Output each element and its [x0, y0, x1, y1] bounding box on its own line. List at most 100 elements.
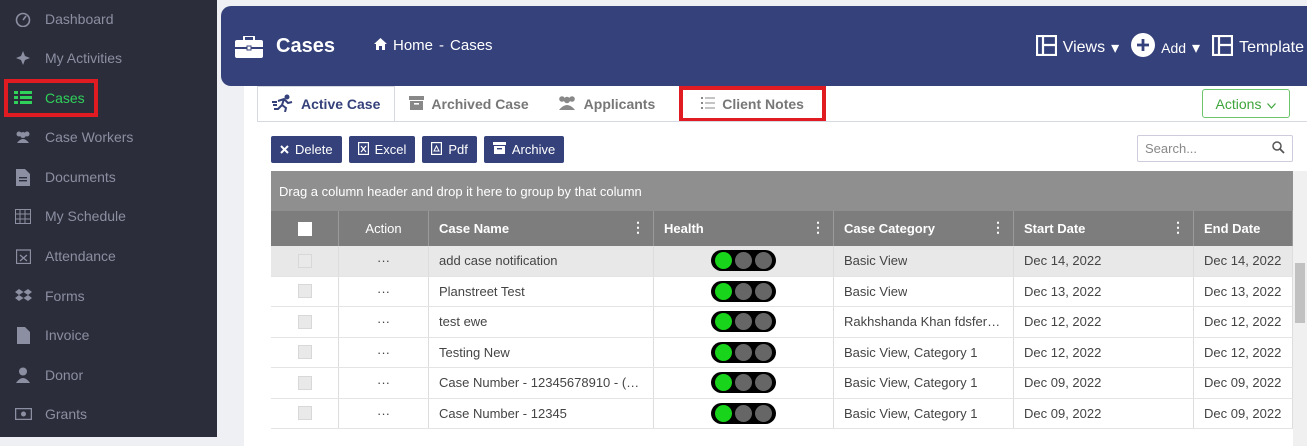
tab-label: Client Notes — [722, 96, 804, 112]
views-label: Views — [1062, 38, 1106, 56]
row-checkbox[interactable] — [298, 345, 312, 360]
sidebar-item-cases[interactable]: Cases — [4, 79, 98, 117]
sidebar-item-documents[interactable]: Documents — [4, 158, 213, 196]
sidebar-item-dashboard[interactable]: Dashboard — [4, 0, 213, 38]
sidebar-item-donor[interactable]: Donor — [4, 356, 213, 394]
template-icon — [1211, 34, 1234, 61]
row-action-menu[interactable]: ··· — [339, 368, 429, 398]
views-dropdown[interactable]: Views ▾ — [1035, 34, 1119, 61]
pdf-button[interactable]: Pdf — [422, 136, 477, 163]
ellipsis-icon: ··· — [377, 314, 390, 330]
column-menu-icon[interactable]: ⋮ — [991, 219, 1005, 236]
table-row[interactable]: ··· Case Number - 12345 Basic View, Cate… — [271, 398, 1293, 429]
column-header-label: Case Category — [844, 221, 936, 236]
grid-toolbar: Delete Excel Pdf Archive — [271, 136, 565, 163]
excel-button[interactable]: Excel — [348, 136, 416, 163]
row-action-menu[interactable]: ··· — [339, 398, 429, 428]
breadcrumb-separator: - — [439, 37, 445, 54]
group-drop-area[interactable]: Drag a column header and drop it here to… — [271, 171, 1293, 211]
cases-panel: Active Case Archived Case Applicants Cli… — [244, 86, 1307, 446]
column-header-end-date[interactable]: End Date — [1194, 211, 1293, 246]
case-name-cell[interactable]: test ewe — [429, 307, 654, 337]
sidebar-item-grants[interactable]: Grants — [4, 395, 213, 433]
sidebar-item-label: Forms — [45, 288, 85, 304]
tab-active-case[interactable]: Active Case — [257, 86, 396, 122]
actions-dropdown[interactable]: Actions — [1202, 89, 1290, 118]
sidebar-item-case-workers[interactable]: Case Workers — [4, 118, 213, 156]
scrollbar-thumb[interactable] — [1295, 263, 1305, 323]
table-row[interactable]: ··· Testing New Basic View, Category 1 D… — [271, 337, 1293, 368]
row-checkbox[interactable] — [298, 375, 312, 390]
row-action-menu[interactable]: ··· — [339, 337, 429, 367]
case-name-cell[interactable]: Planstreet Test — [429, 276, 654, 306]
row-checkbox[interactable] — [298, 314, 312, 329]
column-header-start-date[interactable]: Start Date ⋮ — [1014, 211, 1194, 246]
excel-file-icon — [357, 141, 369, 158]
row-action-menu[interactable]: ··· — [339, 276, 429, 306]
end-date: Dec 13, 2022 — [1204, 283, 1282, 299]
actions-label: Actions — [1215, 95, 1262, 112]
archive-label: Archive — [511, 142, 556, 157]
column-menu-icon[interactable]: ⋮ — [811, 219, 825, 236]
end-date: Dec 09, 2022 — [1204, 375, 1282, 391]
row-checkbox-cell — [271, 337, 339, 367]
table-row[interactable]: ··· Case Number - 12345678910 - (… Basic… — [271, 368, 1293, 399]
tab-archived-case[interactable]: Archived Case — [395, 86, 542, 122]
start-date-cell: Dec 12, 2022 — [1014, 307, 1194, 337]
sidebar-item-label: Documents — [45, 169, 116, 185]
sidebar-item-forms[interactable]: Forms — [4, 277, 213, 315]
main-area: Cases Home - Cases Views ▾ Add ▾ Templat… — [217, 0, 1307, 446]
column-header-health[interactable]: Health ⋮ — [654, 211, 834, 246]
pdf-file-icon — [431, 141, 443, 158]
end-date-cell: Dec 12, 2022 — [1194, 307, 1293, 337]
list-icon — [14, 89, 32, 107]
case-name-cell[interactable]: Testing New — [429, 337, 654, 367]
sidebar-item-label: Dashboard — [45, 11, 114, 27]
tab-label: Active Case — [301, 96, 381, 112]
select-all-checkbox[interactable] — [298, 221, 312, 236]
column-header-case-category[interactable]: Case Category ⋮ — [834, 211, 1014, 246]
row-checkbox[interactable] — [298, 284, 312, 299]
column-menu-icon[interactable]: ⋮ — [631, 219, 645, 236]
search-placeholder: Search... — [1145, 141, 1198, 156]
case-name: add case notification — [439, 253, 558, 269]
sidebar-item-attendance[interactable]: Attendance — [4, 237, 213, 275]
archive-button[interactable]: Archive — [483, 136, 565, 163]
case-tabs: Active Case Archived Case Applicants Cli… — [257, 86, 826, 122]
sidebar-item-my-schedule[interactable]: My Schedule — [4, 197, 213, 235]
add-dropdown[interactable]: Add ▾ — [1131, 33, 1200, 62]
row-action-menu[interactable]: ··· — [339, 246, 429, 276]
table-row[interactable]: ··· Planstreet Test Basic View Dec 13, 2… — [271, 276, 1293, 307]
document-icon — [14, 168, 32, 186]
row-checkbox[interactable] — [298, 406, 312, 421]
start-date: Dec 14, 2022 — [1024, 253, 1102, 269]
column-header-case-name[interactable]: Case Name ⋮ — [429, 211, 654, 246]
start-date: Dec 09, 2022 — [1024, 405, 1102, 421]
grid-scrollbar[interactable] — [1293, 171, 1307, 446]
row-action-menu[interactable]: ··· — [339, 307, 429, 337]
tab-client-notes[interactable]: Client Notes — [679, 86, 826, 122]
sidebar-item-my-activities[interactable]: My Activities — [4, 39, 213, 77]
end-date-cell: Dec 13, 2022 — [1194, 276, 1293, 306]
briefcase-icon — [235, 35, 263, 63]
case-name-cell[interactable]: Case Number - 12345678910 - (… — [429, 368, 654, 398]
start-date-cell: Dec 12, 2022 — [1014, 337, 1194, 367]
breadcrumb-home-link[interactable]: Home — [393, 37, 433, 54]
sidebar-item-invoice[interactable]: Invoice — [4, 316, 213, 354]
row-checkbox[interactable] — [298, 253, 312, 268]
template-button[interactable]: Template — [1211, 34, 1304, 61]
case-name-cell[interactable]: Case Number - 12345 — [429, 398, 654, 428]
column-menu-icon[interactable]: ⋮ — [1171, 219, 1185, 236]
views-icon — [1035, 34, 1057, 61]
case-name-cell[interactable]: add case notification — [429, 246, 654, 276]
start-date-cell: Dec 14, 2022 — [1014, 246, 1194, 276]
sidebar-item-label: Grants — [45, 406, 88, 422]
table-row[interactable]: ··· add case notification Basic View Dec… — [271, 246, 1293, 277]
add-label: Add — [1161, 39, 1187, 56]
tab-applicants[interactable]: Applicants — [543, 86, 670, 122]
search-input[interactable]: Search... — [1137, 135, 1293, 162]
table-row[interactable]: ··· test ewe Rakhshanda Khan fdsfer… Dec… — [271, 307, 1293, 338]
grid-header: Action Case Name ⋮ Health ⋮ Case Category ⋮… — [271, 211, 1293, 246]
delete-button[interactable]: Delete — [271, 136, 342, 163]
case-category-cell: Basic View, Category 1 — [834, 337, 1014, 367]
